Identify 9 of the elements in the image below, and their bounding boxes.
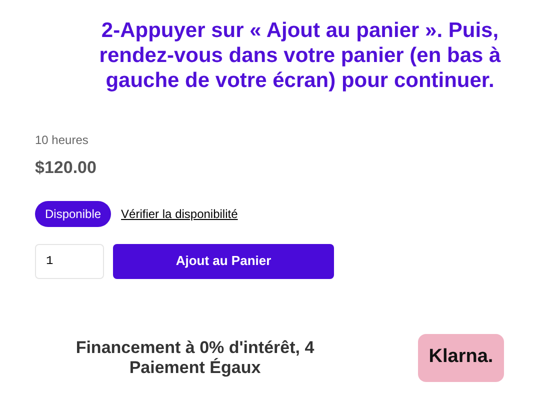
klarna-logo: Klarna.	[418, 334, 504, 382]
check-availability-link[interactable]: Vérifier la disponibilité	[121, 204, 238, 222]
quantity-field[interactable]: 1	[35, 244, 104, 278]
availability-badge: Disponible	[35, 200, 112, 226]
price-text: $120.00	[35, 157, 98, 179]
financing-text: Financement à 0% d'intérêt, 4 Paiement Égaux	[74, 338, 316, 378]
instruction-heading: 2-Appuyer sur « Ajout au panier ». Puis, rendez-vous dans votre panier (en bas à gauche de votre écran) pour continuer.	[98, 18, 502, 93]
add-to-cart-button[interactable]: Ajout au Panier	[113, 244, 334, 278]
duration-text: 10 heures	[35, 132, 90, 149]
